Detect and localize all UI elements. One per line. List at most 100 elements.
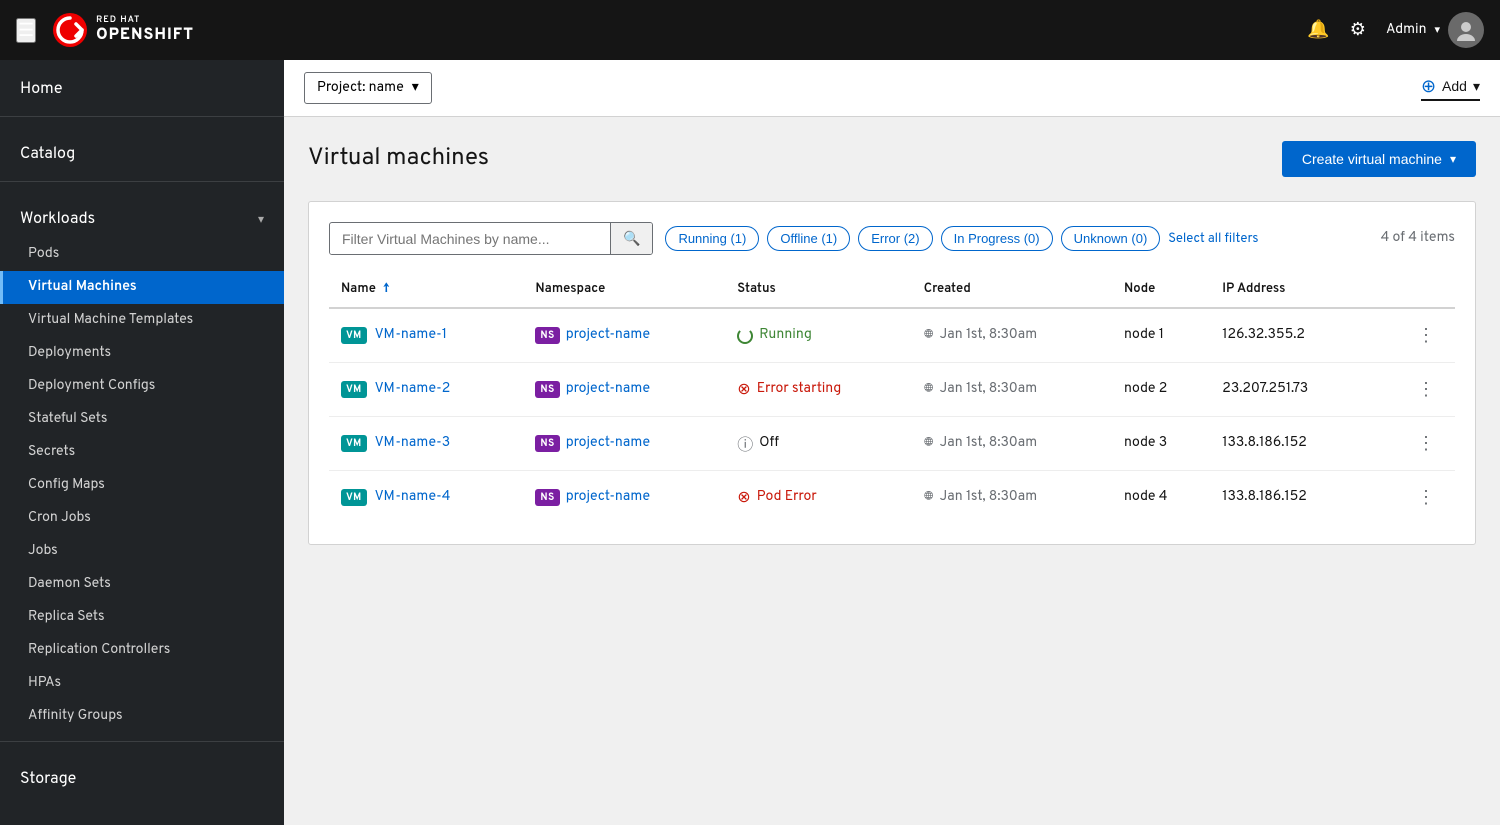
notification-icon[interactable]: 🔔 bbox=[1307, 19, 1329, 42]
sidebar-item-hpas[interactable]: HPAs bbox=[0, 667, 284, 700]
vm-created-cell: 🌐 Jan 1st, 8:30am bbox=[912, 417, 1112, 471]
table-row: VM VM-name-2 NS project-name ⊗ Error sta… bbox=[329, 363, 1455, 417]
filter-error[interactable]: Error (2) bbox=[858, 226, 932, 251]
created-timestamp: Jan 1st, 8:30am bbox=[940, 327, 1038, 344]
sidebar-item-secrets[interactable]: Secrets bbox=[0, 436, 284, 469]
created-timestamp: Jan 1st, 8:30am bbox=[940, 381, 1038, 398]
vm-name-link[interactable]: VM-name-1 bbox=[375, 327, 447, 344]
table-body: VM VM-name-1 NS project-name Running 🌐 bbox=[329, 308, 1455, 524]
vm-badge: VM bbox=[341, 435, 367, 452]
namespace-link[interactable]: project-name bbox=[566, 489, 650, 506]
logo: RED HAT OPENSHIFT bbox=[52, 12, 194, 48]
kebab-menu-button[interactable]: ⋮ bbox=[1409, 375, 1443, 404]
vm-name-link[interactable]: VM-name-4 bbox=[375, 489, 451, 506]
sidebar-divider-2 bbox=[0, 181, 284, 182]
vm-namespace-cell: NS project-name bbox=[523, 363, 725, 417]
select-all-filters-link[interactable]: Select all filters bbox=[1168, 231, 1258, 247]
vm-table-card: 🔍 Running (1) Offline (1) Error (2) In P… bbox=[308, 201, 1476, 545]
sidebar-item-affinity-groups[interactable]: Affinity Groups bbox=[0, 700, 284, 733]
off-icon: ⓘ bbox=[737, 431, 753, 457]
workloads-chevron-icon: ▾ bbox=[258, 212, 264, 228]
table-row: VM VM-name-3 NS project-name ⓘ Off 🌐 bbox=[329, 417, 1455, 471]
vm-badge: VM bbox=[341, 327, 367, 344]
globe-icon: 🌐 bbox=[924, 488, 934, 508]
sidebar-catalog[interactable]: Catalog bbox=[0, 125, 284, 173]
created-timestamp: Jan 1st, 8:30am bbox=[940, 435, 1038, 452]
namespace-link[interactable]: project-name bbox=[566, 435, 650, 452]
top-navigation: ☰ RED HAT OPENSHIFT 🔔 ⚙ Admin ▾ bbox=[0, 0, 1500, 60]
ns-badge: NS bbox=[535, 381, 559, 398]
ip-value: 126.32.355.2 bbox=[1222, 327, 1305, 344]
add-button[interactable]: ⊕ Add ▾ bbox=[1421, 76, 1480, 101]
hamburger-menu-button[interactable]: ☰ bbox=[16, 18, 36, 43]
vm-created-cell: 🌐 Jan 1st, 8:30am bbox=[912, 363, 1112, 417]
vm-name-cell: VM VM-name-2 bbox=[329, 363, 523, 417]
create-virtual-machine-button[interactable]: Create virtual machine ▾ bbox=[1282, 141, 1476, 177]
vm-created-cell: 🌐 Jan 1st, 8:30am bbox=[912, 471, 1112, 525]
namespace-link[interactable]: project-name bbox=[566, 381, 650, 398]
search-box: 🔍 bbox=[329, 222, 653, 255]
sidebar-workloads-header[interactable]: Workloads ▾ bbox=[0, 190, 284, 238]
vm-name-link[interactable]: VM-name-3 bbox=[375, 435, 451, 452]
sidebar-item-virtual-machines[interactable]: Virtual Machines bbox=[0, 271, 284, 304]
namespace-link[interactable]: project-name bbox=[566, 327, 650, 344]
node-value: node 4 bbox=[1124, 489, 1168, 506]
sidebar-item-deployments[interactable]: Deployments bbox=[0, 337, 284, 370]
vm-namespace-cell: NS project-name bbox=[523, 471, 725, 525]
th-actions bbox=[1370, 271, 1455, 308]
vm-actions-cell: ⋮ bbox=[1370, 308, 1455, 363]
project-selector[interactable]: Project: name ▾ bbox=[304, 72, 432, 104]
th-created: Created bbox=[912, 271, 1112, 308]
sidebar-item-stateful-sets[interactable]: Stateful Sets bbox=[0, 403, 284, 436]
kebab-menu-button[interactable]: ⋮ bbox=[1409, 321, 1443, 350]
globe-icon: 🌐 bbox=[924, 380, 934, 400]
user-label: Admin bbox=[1386, 22, 1427, 39]
vm-name-link[interactable]: VM-name-2 bbox=[375, 381, 451, 398]
running-icon bbox=[737, 328, 753, 344]
sidebar-item-virtual-machine-templates[interactable]: Virtual Machine Templates bbox=[0, 304, 284, 337]
sidebar-item-replication-controllers[interactable]: Replication Controllers bbox=[0, 634, 284, 667]
ip-value: 133.8.186.152 bbox=[1222, 435, 1307, 452]
vm-namespace-cell: NS project-name bbox=[523, 308, 725, 363]
filter-offline[interactable]: Offline (1) bbox=[767, 226, 850, 251]
settings-icon[interactable]: ⚙ bbox=[1350, 19, 1366, 42]
sidebar-item-config-maps[interactable]: Config Maps bbox=[0, 469, 284, 502]
page-content: Virtual machines Create virtual machine … bbox=[284, 117, 1500, 825]
vm-badge: VM bbox=[341, 381, 367, 398]
th-ip: IP Address bbox=[1210, 271, 1370, 308]
kebab-menu-button[interactable]: ⋮ bbox=[1409, 429, 1443, 458]
search-input[interactable] bbox=[330, 224, 610, 254]
vm-name-cell: VM VM-name-3 bbox=[329, 417, 523, 471]
user-menu[interactable]: Admin ▾ bbox=[1386, 12, 1484, 48]
sidebar-item-pods[interactable]: Pods bbox=[0, 238, 284, 271]
vm-status-cell: ⓘ Off bbox=[725, 417, 911, 471]
filter-tags: Running (1) Offline (1) Error (2) In Pro… bbox=[665, 226, 1258, 251]
sidebar-storage[interactable]: Storage bbox=[0, 750, 284, 798]
kebab-menu-button[interactable]: ⋮ bbox=[1409, 483, 1443, 512]
sidebar-item-jobs[interactable]: Jobs bbox=[0, 535, 284, 568]
search-button[interactable]: 🔍 bbox=[610, 223, 652, 254]
sidebar-home[interactable]: Home bbox=[0, 60, 284, 108]
vm-node-cell: node 3 bbox=[1112, 417, 1210, 471]
sidebar-item-daemon-sets[interactable]: Daemon Sets bbox=[0, 568, 284, 601]
sidebar-item-cron-jobs[interactable]: Cron Jobs bbox=[0, 502, 284, 535]
filter-unknown[interactable]: Unknown (0) bbox=[1061, 226, 1161, 251]
ip-value: 23.207.251.73 bbox=[1222, 381, 1308, 398]
pod-error-icon: ⊗ bbox=[737, 487, 750, 509]
table-header: Name ↑ Namespace Status Created Node IP … bbox=[329, 271, 1455, 308]
status-text: Off bbox=[759, 435, 779, 452]
vm-created-cell: 🌐 Jan 1st, 8:30am bbox=[912, 308, 1112, 363]
th-name[interactable]: Name ↑ bbox=[329, 271, 523, 308]
vm-actions-cell: ⋮ bbox=[1370, 417, 1455, 471]
vm-namespace-cell: NS project-name bbox=[523, 417, 725, 471]
sidebar-item-replica-sets[interactable]: Replica Sets bbox=[0, 601, 284, 634]
create-chevron-icon: ▾ bbox=[1450, 152, 1456, 166]
filter-in-progress[interactable]: In Progress (0) bbox=[941, 226, 1053, 251]
page-title: Virtual machines bbox=[308, 144, 489, 174]
vm-status-cell: Running bbox=[725, 308, 911, 363]
filter-running[interactable]: Running (1) bbox=[665, 226, 759, 251]
sidebar-item-deployment-configs[interactable]: Deployment Configs bbox=[0, 370, 284, 403]
sidebar-divider-3 bbox=[0, 741, 284, 742]
node-value: node 1 bbox=[1124, 327, 1164, 344]
page-header: Virtual machines Create virtual machine … bbox=[308, 141, 1476, 177]
